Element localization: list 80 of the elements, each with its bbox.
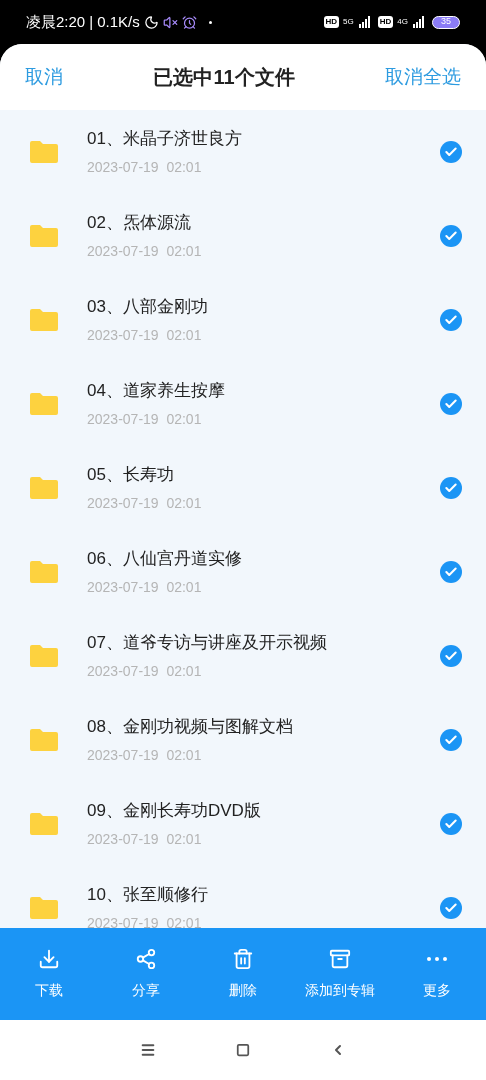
- file-name: 03、八部金刚功: [87, 295, 209, 318]
- file-row[interactable]: 01、米晶子济世良方 2023-07-19 02:01: [0, 110, 486, 194]
- file-row[interactable]: 02、炁体源流 2023-07-19 02:01: [0, 194, 486, 278]
- moon-icon: [143, 14, 159, 30]
- check-icon: [444, 229, 458, 243]
- folder-icon: [30, 477, 58, 499]
- file-name: 04、道家养生按摩: [87, 379, 226, 402]
- page-title: 已选中11个文件: [153, 65, 295, 90]
- checkbox[interactable]: [440, 393, 462, 415]
- mute-icon: [162, 14, 178, 30]
- file-name: 02、炁体源流: [87, 211, 192, 234]
- file-row[interactable]: 09、金刚长寿功DVD版 2023-07-19 02:01: [0, 782, 486, 866]
- folder-icon: [30, 645, 58, 667]
- check-icon: [444, 649, 458, 663]
- checkbox[interactable]: [440, 813, 462, 835]
- file-date: 2023-07-19 02:01: [87, 326, 203, 346]
- battery-indicator: 35: [432, 15, 460, 29]
- check-icon: [444, 481, 458, 495]
- check-icon: [444, 817, 458, 831]
- hd-badge: HD: [377, 16, 394, 28]
- file-date: 2023-07-19 02:01: [87, 410, 203, 430]
- folder-icon: [30, 729, 58, 751]
- folder-icon: [30, 309, 58, 331]
- home-icon[interactable]: [236, 1043, 250, 1057]
- check-icon: [444, 313, 458, 327]
- file-date: 2023-07-19 02:01: [87, 242, 203, 262]
- file-name: 09、金刚长寿功DVD版: [87, 799, 262, 822]
- file-name: 05、长寿功: [87, 463, 175, 486]
- checkbox[interactable]: [440, 561, 462, 583]
- checkbox[interactable]: [440, 309, 462, 331]
- file-row[interactable]: 03、八部金刚功 2023-07-19 02:01: [0, 278, 486, 362]
- file-row[interactable]: 10、张至顺修行 2023-07-19 02:01: [0, 866, 486, 928]
- folder-icon: [30, 225, 58, 247]
- more-icon: [427, 956, 448, 961]
- checkbox[interactable]: [440, 897, 462, 919]
- file-name: 06、八仙宫丹道实修: [87, 547, 243, 570]
- checkbox[interactable]: [440, 141, 462, 163]
- network-speed: | 0.1K/s: [89, 11, 140, 32]
- checkbox[interactable]: [440, 729, 462, 751]
- share-icon: [134, 947, 157, 970]
- file-row[interactable]: 07、道爷专访与讲座及开示视频 2023-07-19 02:01: [0, 614, 486, 698]
- file-name: 10、张至顺修行: [87, 883, 209, 906]
- network-type: 4G: [397, 15, 408, 28]
- folder-icon: [30, 897, 58, 919]
- download-icon: [37, 947, 60, 970]
- file-row[interactable]: 04、道家养生按摩 2023-07-19 02:01: [0, 362, 486, 446]
- alarm-icon: [181, 14, 197, 30]
- signal-icon: [357, 16, 370, 28]
- file-date: 2023-07-19 02:01: [87, 746, 203, 766]
- signal-icon: [412, 16, 424, 28]
- file-name: 08、金刚功视频与图解文档: [87, 715, 294, 738]
- network-type: 5G: [343, 15, 354, 28]
- box-icon: [329, 947, 352, 970]
- check-icon: [444, 145, 458, 159]
- file-name: 01、米晶子济世良方: [87, 127, 243, 150]
- folder-icon: [30, 561, 58, 583]
- hd-badge: HD: [323, 16, 340, 28]
- status-time: 凌晨2:20: [26, 11, 86, 32]
- trash-icon: [232, 947, 254, 970]
- check-icon: [444, 901, 458, 915]
- file-date: 2023-07-19 02:01: [87, 578, 203, 598]
- file-date: 2023-07-19 02:01: [87, 662, 203, 682]
- check-icon: [444, 733, 458, 747]
- menu-icon[interactable]: [140, 1042, 156, 1058]
- check-icon: [444, 565, 458, 579]
- file-date: 2023-07-19 02:01: [87, 158, 203, 178]
- file-name: 07、道爷专访与讲座及开示视频: [87, 631, 328, 654]
- file-date: 2023-07-19 02:01: [87, 914, 203, 928]
- file-row[interactable]: 08、金刚功视频与图解文档 2023-07-19 02:01: [0, 698, 486, 782]
- checkbox[interactable]: [440, 225, 462, 247]
- checkbox[interactable]: [440, 477, 462, 499]
- folder-icon: [30, 393, 58, 415]
- file-date: 2023-07-19 02:01: [87, 494, 203, 514]
- folder-icon: [30, 813, 58, 835]
- file-date: 2023-07-19 02:01: [87, 830, 203, 850]
- file-row[interactable]: 06、八仙宫丹道实修 2023-07-19 02:01: [0, 530, 486, 614]
- check-icon: [444, 397, 458, 411]
- file-row[interactable]: 05、长寿功 2023-07-19 02:01: [0, 446, 486, 530]
- checkbox[interactable]: [440, 645, 462, 667]
- folder-icon: [30, 141, 58, 163]
